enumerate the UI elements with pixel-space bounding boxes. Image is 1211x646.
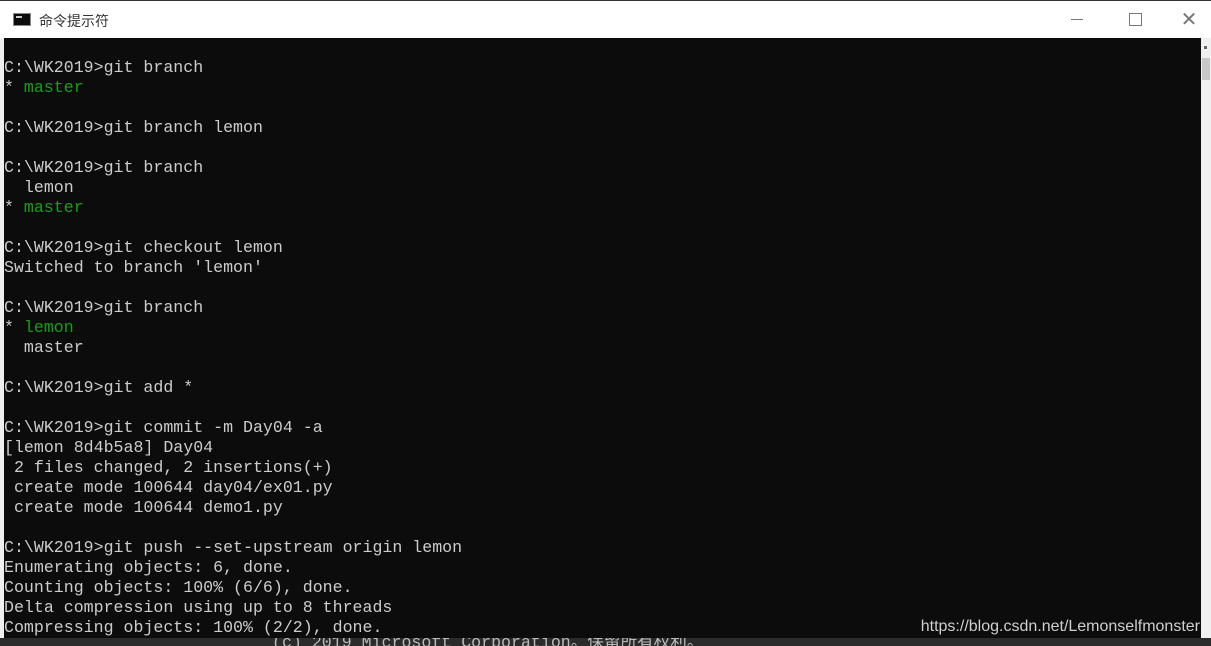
- background-window-text: (c) 2019 Microsoft Corporation。保留所有权利。: [272, 638, 704, 646]
- terminal-text: create mode 100644 demo1.py: [4, 498, 283, 517]
- terminal-line: C:\WK2019>git commit -m Day04 -a: [4, 418, 462, 438]
- maximize-button[interactable]: [1112, 1, 1158, 38]
- terminal-text: Counting objects: 100% (6/6), done.: [4, 578, 353, 597]
- highlighted-branch: lemon: [23, 318, 74, 337]
- terminal-text: C:\WK2019>git push --set-upstream origin…: [4, 538, 463, 557]
- terminal-text: lemon: [4, 178, 74, 197]
- terminal-line: lemon: [4, 178, 462, 198]
- terminal-line: * lemon: [4, 318, 462, 338]
- terminal-line: C:\WK2019>git branch: [4, 158, 462, 178]
- scroll-up-arrow-icon[interactable]: [1204, 46, 1207, 49]
- terminal-text: *: [4, 198, 24, 217]
- scrollbar-thumb[interactable]: [1202, 58, 1210, 80]
- close-icon: ✕: [1180, 9, 1198, 31]
- terminal-line: C:\WK2019>git add *: [4, 378, 462, 398]
- watermark: https://blog.csdn.net/Lemonselfmonster: [920, 618, 1200, 635]
- terminal-text: *: [4, 78, 24, 97]
- terminal-line: 2 files changed, 2 insertions(+): [4, 458, 462, 478]
- vertical-scrollbar[interactable]: [1201, 38, 1211, 638]
- terminal-text: C:\WK2019>git commit -m Day04 -a: [4, 418, 323, 437]
- terminal-line: master: [4, 338, 462, 358]
- terminal-text: C:\WK2019>git branch lemon: [4, 118, 263, 137]
- terminal-text: Switched to branch 'lemon': [4, 258, 263, 277]
- terminal-line: Counting objects: 100% (6/6), done.: [4, 578, 462, 598]
- cmd-icon: [13, 13, 31, 26]
- window-title: 命令提示符: [39, 13, 109, 29]
- terminal-text: C:\WK2019>git add *: [4, 378, 194, 397]
- terminal-text: C:\WK2019>git branch: [4, 298, 204, 317]
- minimize-button[interactable]: [1054, 1, 1100, 38]
- terminal-line: Enumerating objects: 6, done.: [4, 558, 462, 578]
- terminal-line: C:\WK2019>git branch: [4, 58, 462, 78]
- terminal-line: C:\WK2019>git branch: [4, 298, 462, 318]
- terminal-text: create mode 100644 day04/ex01.py: [4, 478, 333, 497]
- terminal-line: C:\WK2019>git checkout lemon: [4, 238, 462, 258]
- title-bar[interactable]: 命令提示符 ✕: [0, 0, 1211, 38]
- terminal-line: C:\WK2019>git push --set-upstream origin…: [4, 538, 462, 558]
- terminal-text: C:\WK2019>git branch: [4, 158, 204, 177]
- terminal-text: [lemon 8d4b5a8] Day04: [4, 438, 214, 457]
- terminal-text: C:\WK2019>git branch: [4, 58, 204, 77]
- terminal-line: create mode 100644 day04/ex01.py: [4, 478, 462, 498]
- terminal-line: Delta compression using up to 8 threads: [4, 598, 462, 618]
- terminal-text: Enumerating objects: 6, done.: [4, 558, 293, 577]
- minimize-icon: [1071, 19, 1083, 20]
- highlighted-branch: master: [23, 78, 84, 97]
- background-window-strip: (c) 2019 Microsoft Corporation。保留所有权利。: [0, 638, 1211, 646]
- terminal-line: Compressing objects: 100% (2/2), done.: [4, 618, 462, 638]
- terminal-text: 2 files changed, 2 insertions(+): [4, 458, 333, 477]
- terminal-line: C:\WK2019>git branch lemon: [4, 118, 462, 138]
- terminal-output[interactable]: C:\WK2019>git branch * master C:\WK2019>gi…: [4, 38, 1201, 638]
- terminal-line: * master: [4, 198, 462, 218]
- terminal-text: master: [4, 338, 84, 357]
- highlighted-branch: master: [23, 198, 84, 217]
- terminal-line: [lemon 8d4b5a8] Day04: [4, 438, 462, 458]
- close-button[interactable]: ✕: [1166, 1, 1211, 38]
- terminal-text: Delta compression using up to 8 threads: [4, 598, 393, 617]
- terminal-line: create mode 100644 demo1.py: [4, 498, 462, 518]
- terminal-lines: C:\WK2019>git branch * master C:\WK2019>gi…: [4, 58, 462, 638]
- terminal-text: C:\WK2019>git checkout lemon: [4, 238, 283, 257]
- maximize-icon: [1128, 13, 1142, 26]
- terminal-line: Switched to branch 'lemon': [4, 258, 462, 278]
- terminal-line: * master: [4, 78, 462, 98]
- terminal-text: Compressing objects: 100% (2/2), done.: [4, 618, 383, 637]
- terminal-text: *: [4, 318, 24, 337]
